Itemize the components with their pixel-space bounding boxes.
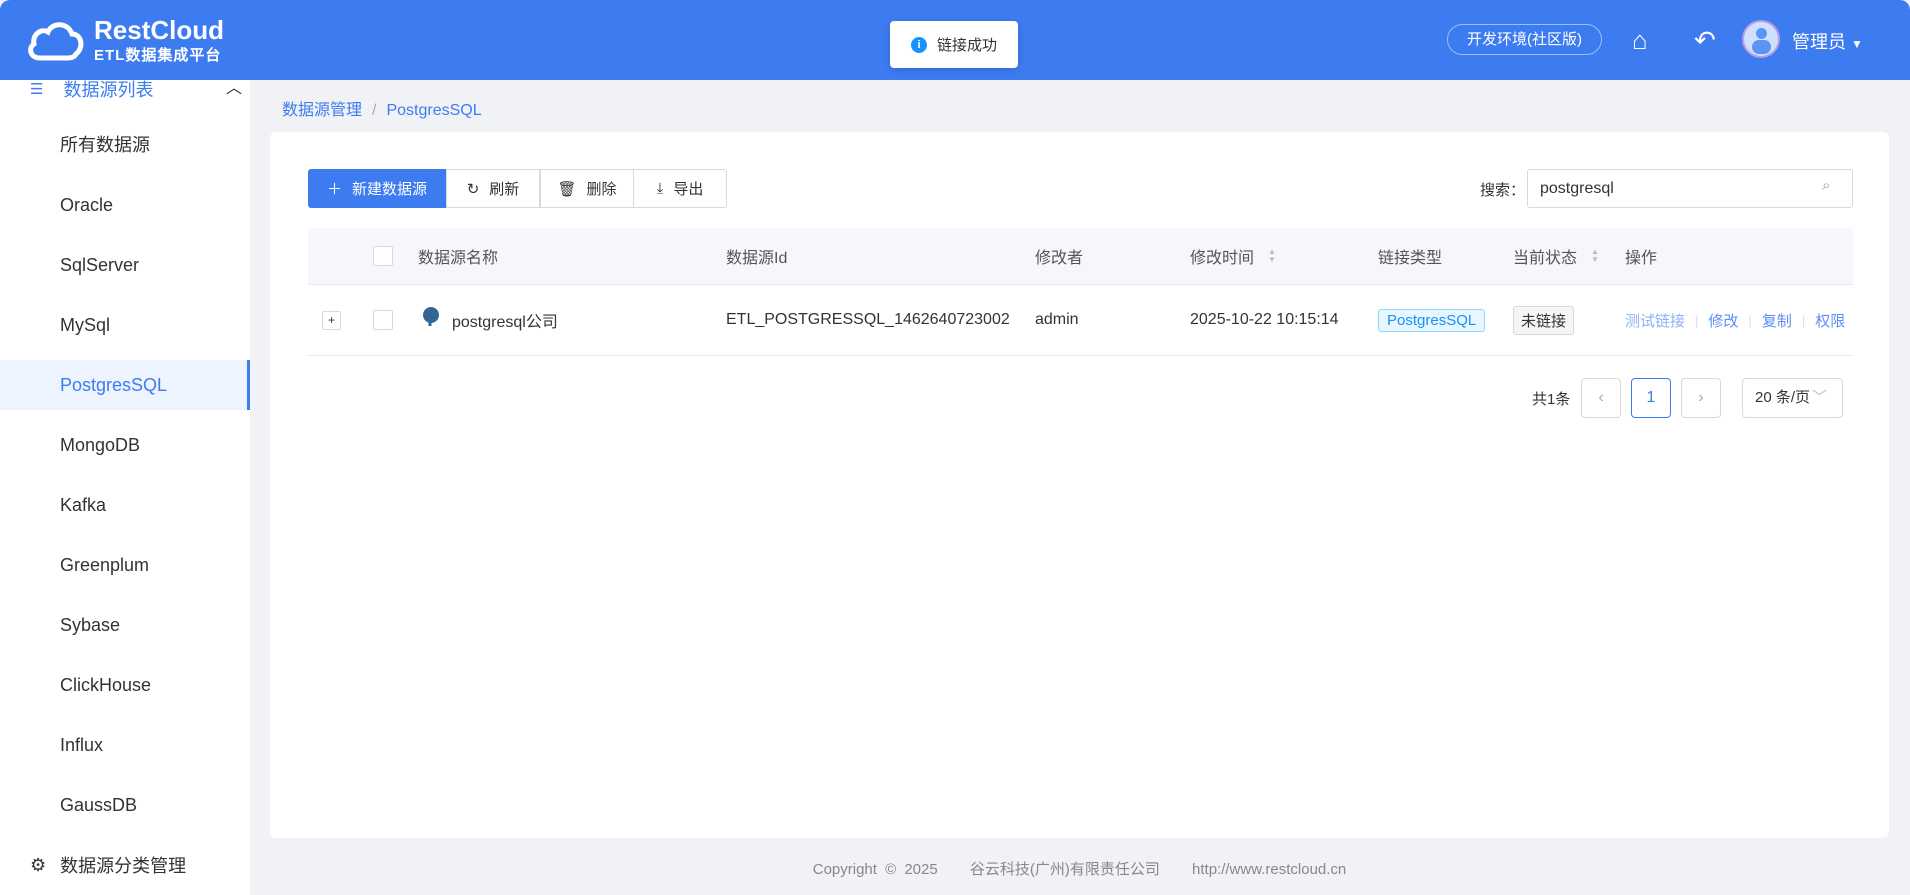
info-icon: i <box>910 36 927 53</box>
sidebar-item-postgressql[interactable]: PostgresSQL <box>0 360 250 410</box>
success-toast: i 链接成功 <box>890 21 1018 68</box>
sort-icon[interactable]: ▲ ▼ <box>1591 248 1599 264</box>
copy-link[interactable]: 复制 <box>1762 310 1792 331</box>
sidebar-item-all[interactable]: 所有数据源 <box>0 120 250 170</box>
content-card: ＋新建数据源 ↻刷新 🗑删除 ⤓导出 搜索： ⌕ 数据源名称 数据源Id 修改者… <box>270 132 1889 838</box>
row-checkbox[interactable] <box>373 310 393 330</box>
breadcrumb: 数据源管理 / PostgresSQL <box>282 102 482 119</box>
sidebar-item-greenplum[interactable]: Greenplum <box>0 540 250 590</box>
sidebar-item-category-management[interactable]: ⚙ 数据源分类管理 <box>30 852 186 878</box>
header-name: 数据源名称 <box>418 250 499 267</box>
header-modified-time[interactable]: 修改时间 ▲ ▼ <box>1190 228 1276 284</box>
next-page-button[interactable]: › <box>1681 378 1721 418</box>
edit-link[interactable]: 修改 <box>1708 310 1738 331</box>
header-actions: 操作 <box>1625 250 1658 267</box>
refresh-button[interactable]: ↻ 刷新 <box>446 169 540 208</box>
header-modifier: 修改者 <box>1035 250 1084 267</box>
sidebar-group-datasource-list[interactable]: ☰ 数据源列表 ︿ <box>0 80 250 100</box>
test-connection-link[interactable]: 测试链接 <box>1625 310 1685 331</box>
postgresql-elephant-icon <box>418 306 444 334</box>
modified-time: 2025-10-22 10:15:14 <box>1190 311 1339 328</box>
select-all-checkbox[interactable] <box>373 246 393 266</box>
sidebar-item-oracle[interactable]: Oracle <box>0 180 250 230</box>
prev-page-button[interactable]: ‹ <box>1581 378 1621 418</box>
sidebar-item-label: 数据源分类管理 <box>60 856 187 876</box>
copyright: Copyright © 2025 <box>812 861 938 878</box>
status-badge: 未链接 <box>1513 305 1575 335</box>
environment-badge[interactable]: 开发环境(社区版) <box>1447 24 1602 55</box>
refresh-icon: ↻ <box>466 180 480 198</box>
gear-icon: ⚙ <box>30 854 47 875</box>
sidebar-item-influx[interactable]: Influx <box>0 720 250 770</box>
delete-button[interactable]: 🗑 删除 <box>540 169 634 208</box>
chevron-down-icon: ﹀ <box>1812 389 1828 406</box>
datasource-name[interactable]: postgresql公司 <box>452 308 558 332</box>
sidebar-item-sybase[interactable]: Sybase <box>0 600 250 650</box>
search-input[interactable] <box>1527 169 1853 208</box>
header-id: 数据源Id <box>726 250 788 267</box>
logo[interactable]: RestCloud ETL数据集成平台 <box>26 16 224 65</box>
expand-row-button[interactable]: + <box>322 310 341 330</box>
cloud-logo-icon <box>28 21 84 60</box>
sidebar: ☰ 数据源列表 ︿ 所有数据源 Oracle SqlServer MySql Po… <box>0 80 250 895</box>
sidebar-item-kafka[interactable]: Kafka <box>0 480 250 530</box>
page-1-button[interactable]: 1 <box>1631 378 1671 418</box>
breadcrumb-datasource-management[interactable]: 数据源管理 <box>282 102 362 119</box>
caret-down-icon: ▼ <box>1851 37 1863 51</box>
avatar[interactable] <box>1742 20 1780 58</box>
page-size-select[interactable]: 20 条/页 ﹀ <box>1742 378 1843 418</box>
user-menu[interactable]: 管理员 ▼ <box>1792 28 1863 54</box>
search-icon[interactable]: ⌕ <box>1822 177 1830 194</box>
company-name: 谷云科技(广州)有限责任公司 <box>969 861 1160 878</box>
top-header: RestCloud ETL数据集成平台 i 链接成功 开发环境(社区版) ⌂ ↶… <box>0 0 1910 80</box>
permission-link[interactable]: 权限 <box>1815 310 1845 331</box>
user-name: 管理员 <box>1792 32 1846 52</box>
footer: Copyright © 2025 谷云科技(广州)有限责任公司 http://w… <box>270 858 1889 879</box>
sidebar-group-label: 数据源列表 <box>63 80 154 100</box>
table-header: 数据源名称 数据源Id 修改者 修改时间 ▲ ▼ 链接类型 当前状态 ▲ ▼ 操作 <box>308 228 1853 285</box>
sidebar-item-mongodb[interactable]: MongoDB <box>0 420 250 470</box>
header-link-type: 链接类型 <box>1378 250 1443 267</box>
brand-name: RestCloud <box>94 15 224 45</box>
table-row: + postgresql公司 ETL_POSTGRESSQL_146264072… <box>308 285 1853 356</box>
back-icon[interactable]: ↶ <box>1694 26 1716 54</box>
sidebar-item-mysql[interactable]: MySql <box>0 300 250 350</box>
header-status[interactable]: 当前状态 ▲ ▼ <box>1513 228 1599 284</box>
new-datasource-button[interactable]: ＋新建数据源 <box>308 169 446 208</box>
brand-subtitle: ETL数据集成平台 <box>94 47 222 64</box>
toast-message: 链接成功 <box>936 37 997 54</box>
website-link[interactable]: http://www.restcloud.cn <box>1192 861 1346 878</box>
total-count: 共1条 <box>1532 390 1571 408</box>
export-button[interactable]: ⤓ 导出 <box>633 169 727 208</box>
trash-icon: 🗑 <box>557 180 577 198</box>
breadcrumb-current: PostgresSQL <box>386 102 482 119</box>
plus-icon: ＋ <box>326 181 342 198</box>
chevron-up-icon: ︿ <box>226 80 243 97</box>
database-icon: ☰ <box>30 81 44 98</box>
download-icon: ⤓ <box>656 180 664 197</box>
datasource-id: ETL_POSTGRESSQL_1462640723002 <box>726 311 1010 328</box>
sidebar-item-sqlserver[interactable]: SqlServer <box>0 240 250 290</box>
home-icon[interactable]: ⌂ <box>1632 26 1648 54</box>
modifier: admin <box>1035 311 1079 328</box>
sidebar-item-clickhouse[interactable]: ClickHouse <box>0 660 250 710</box>
link-type-tag: PostgresSQL <box>1378 308 1486 332</box>
sidebar-item-gaussdb[interactable]: GaussDB <box>0 780 250 830</box>
search-label: 搜索： <box>1480 182 1526 199</box>
sort-icon[interactable]: ▲ ▼ <box>1268 248 1276 264</box>
